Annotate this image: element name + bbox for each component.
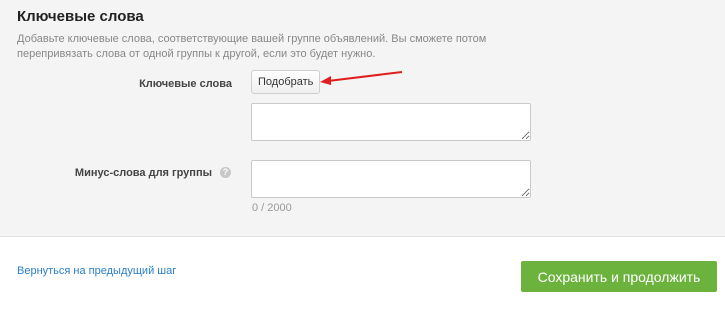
section-description: Добавьте ключевые слова, соответствующие… bbox=[17, 33, 487, 60]
negative-keywords-textarea[interactable] bbox=[251, 160, 531, 198]
pick-keywords-button[interactable]: Подобрать bbox=[251, 70, 321, 94]
negative-keywords-label: Минус-слова для группы bbox=[74, 167, 212, 179]
keywords-label: Ключевые слова bbox=[139, 78, 232, 90]
red-arrow-icon bbox=[320, 71, 403, 85]
section-title: Ключевые слова bbox=[17, 8, 144, 25]
char-counter: 0 / 2000 bbox=[252, 202, 292, 214]
help-icon[interactable]: ? bbox=[220, 167, 231, 178]
save-and-continue-button[interactable]: Сохранить и продолжить bbox=[521, 261, 717, 292]
keywords-textarea[interactable] bbox=[251, 103, 531, 141]
back-link[interactable]: Вернуться на предыдущий шаг bbox=[17, 265, 176, 277]
keywords-section: Ключевые слова Добавьте ключевые слова, … bbox=[0, 0, 725, 237]
